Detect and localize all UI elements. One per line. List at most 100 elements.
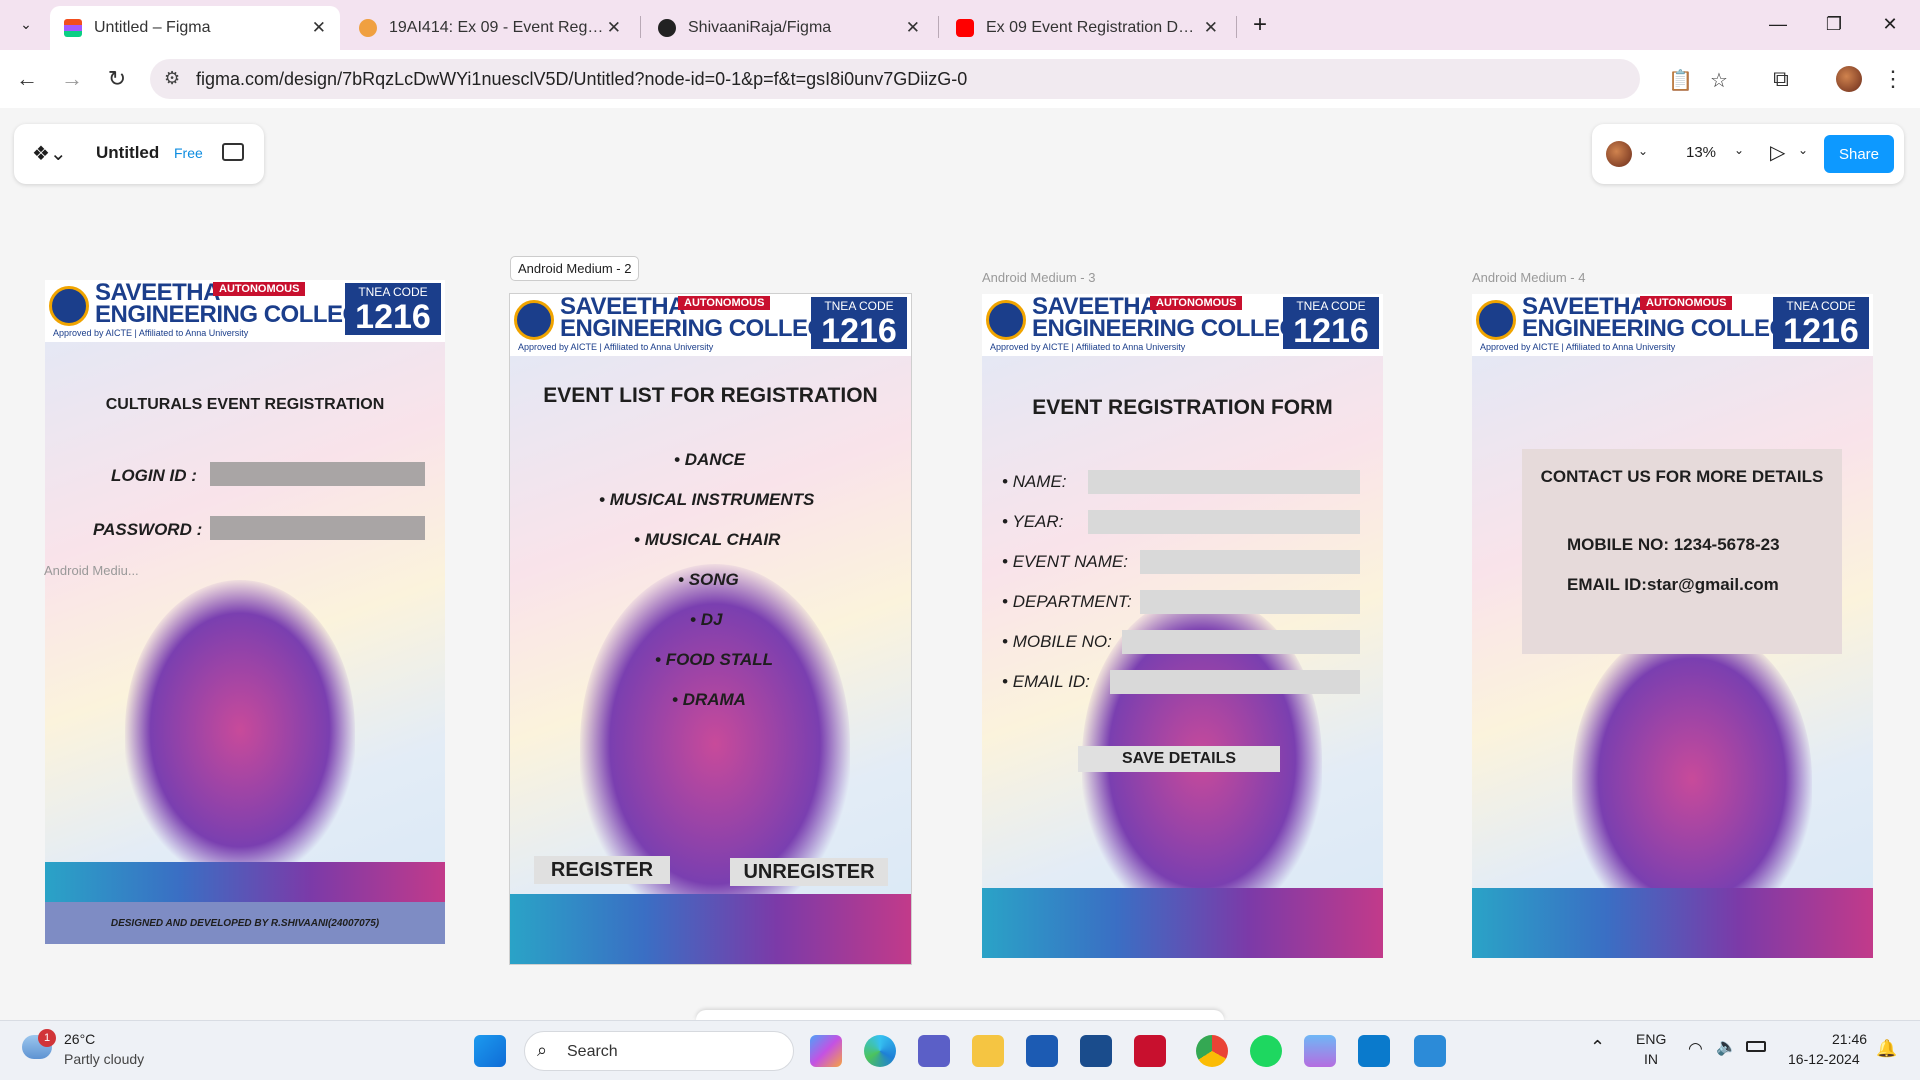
year-input[interactable]	[1088, 510, 1360, 534]
event-name-input[interactable]	[1140, 550, 1360, 574]
frame-label[interactable]: Android Medium - 2	[510, 256, 640, 281]
minimize-icon[interactable]: —	[1756, 8, 1800, 40]
edge-icon[interactable]	[864, 1035, 896, 1067]
college-header: SAVEETHA ENGINEERING COLLEGE AUTONOMOUS A…	[510, 294, 911, 356]
url-text[interactable]: figma.com/design/7bRqzLcDwWYi1nuesclV5D/…	[196, 69, 967, 90]
frame-label[interactable]: Android Medium - 3	[982, 270, 1095, 285]
clock-date[interactable]: 16-12-2024	[1788, 1051, 1860, 1067]
figma-canvas[interactable]: ❖⌄ Untitled Free ⌄ 13% ⌄ ▷ ⌄ Share Andro…	[0, 108, 1920, 1020]
tab-separator	[938, 16, 939, 38]
tab-github-io[interactable]: 19AI414: Ex 09 - Event Registrat ✕	[345, 6, 635, 50]
photos-icon[interactable]	[1304, 1035, 1336, 1067]
frame-label[interactable]: Android Medium - 4	[1472, 270, 1585, 285]
chrome-icon[interactable]	[1196, 1035, 1228, 1067]
college-affiliation: Approved by AICTE | Affiliated to Anna U…	[990, 342, 1186, 352]
tab-github[interactable]: ShivaaniRaja/Figma ✕	[644, 6, 934, 50]
more-menu-icon[interactable]: ⋮	[1876, 62, 1910, 96]
event-item-food-stall[interactable]: • FOOD STALL	[655, 650, 773, 670]
volume-icon[interactable]: 🔈	[1716, 1037, 1737, 1057]
restore-icon[interactable]: ❐	[1812, 8, 1856, 40]
save-details-button[interactable]: SAVE DETAILS	[1078, 746, 1280, 772]
wifi-icon[interactable]: ◠	[1688, 1039, 1703, 1059]
contact-mobile: MOBILE NO: 1234-5678-23	[1567, 535, 1780, 554]
mobile-no-label: • MOBILE NO:	[1002, 632, 1112, 651]
chevron-down-icon[interactable]: ⌄	[1638, 144, 1648, 158]
college-logo-icon	[49, 286, 89, 326]
name-input[interactable]	[1088, 470, 1360, 494]
frame-contact[interactable]: SAVEETHA ENGINEERING COLLEGE AUTONOMOUS A…	[1472, 294, 1873, 958]
tab-separator	[1236, 16, 1237, 38]
close-tab-icon[interactable]: ✕	[312, 18, 326, 38]
close-tab-icon[interactable]: ✕	[607, 18, 621, 38]
plan-badge[interactable]: Free	[174, 145, 203, 161]
clock-time[interactable]: 21:46	[1832, 1031, 1867, 1047]
password-label: PASSWORD :	[93, 520, 203, 539]
omnibox[interactable]: ⚙ figma.com/design/7bRqzLcDwWYi1nuesclV5…	[150, 59, 1728, 99]
back-arrow-icon[interactable]: ←	[10, 62, 44, 96]
event-item-drama[interactable]: • DRAMA	[672, 690, 746, 710]
chevron-up-icon[interactable]: ⌃	[1590, 1037, 1605, 1058]
youtube-favicon-icon	[956, 19, 974, 37]
frame-registration-form[interactable]: SAVEETHA ENGINEERING COLLEGE AUTONOMOUS A…	[982, 294, 1383, 958]
frame-label[interactable]: Android Mediu...	[44, 563, 139, 578]
weather-temp[interactable]: 26°C	[64, 1031, 95, 1047]
github-favicon-icon	[658, 19, 676, 37]
event-item-dj[interactable]: • DJ	[690, 610, 722, 630]
college-affiliation: Approved by AICTE | Affiliated to Anna U…	[518, 342, 714, 352]
tab-search-button[interactable]: ⌄	[12, 10, 40, 38]
profile-avatar[interactable]	[1836, 66, 1862, 92]
site-info-icon[interactable]: ⚙	[164, 68, 180, 89]
notepad-icon[interactable]	[1414, 1035, 1446, 1067]
forward-arrow-icon[interactable]: →	[55, 62, 89, 96]
file-name[interactable]: Untitled	[96, 143, 159, 163]
store-icon[interactable]	[1026, 1035, 1058, 1067]
clipboard-icon[interactable]: 📋	[1668, 68, 1693, 93]
event-item-dance[interactable]: • DANCE	[674, 450, 745, 470]
windows-start-icon[interactable]	[474, 1035, 506, 1067]
reload-icon[interactable]: ↻	[100, 62, 134, 96]
bookmark-star-icon[interactable]: ☆	[1710, 68, 1728, 93]
frame-login[interactable]: SAVEETHA ENGINEERING COLLEGE AUTONOMOUS A…	[45, 280, 445, 944]
tnea-code-box: TNEA CODE 1216	[345, 283, 441, 335]
vscode-icon[interactable]	[1358, 1035, 1390, 1067]
close-tab-icon[interactable]: ✕	[906, 18, 920, 38]
teams-icon[interactable]	[918, 1035, 950, 1067]
file-explorer-icon[interactable]	[972, 1035, 1004, 1067]
taskbar-search[interactable]: ⌕ Search	[524, 1031, 794, 1071]
present-chevron-icon[interactable]: ⌄	[1798, 143, 1808, 157]
dell-icon[interactable]	[1080, 1035, 1112, 1067]
unregister-button[interactable]: UNREGISTER	[730, 858, 888, 886]
notification-bell-icon[interactable]: 🔔	[1876, 1039, 1897, 1059]
password-input[interactable]	[210, 516, 425, 540]
figma-bottom-toolbar[interactable]	[696, 1010, 1224, 1020]
frame-event-list[interactable]: SAVEETHA ENGINEERING COLLEGE AUTONOMOUS A…	[509, 293, 912, 965]
spotify-icon[interactable]	[1250, 1035, 1282, 1067]
department-input[interactable]	[1140, 590, 1360, 614]
email-id-input[interactable]	[1110, 670, 1360, 694]
mobile-no-input[interactable]	[1122, 630, 1360, 654]
new-tab-button[interactable]: +	[1245, 10, 1275, 40]
close-tab-icon[interactable]: ✕	[1204, 18, 1218, 38]
battery-icon[interactable]	[1746, 1041, 1766, 1052]
user-avatar[interactable]	[1606, 141, 1632, 167]
copilot-icon[interactable]	[810, 1035, 842, 1067]
mcafee-icon[interactable]	[1134, 1035, 1166, 1067]
zoom-chevron-icon[interactable]: ⌄	[1734, 143, 1744, 157]
tab-figma[interactable]: Untitled – Figma ✕	[50, 6, 340, 50]
language-line2[interactable]: IN	[1644, 1051, 1658, 1067]
extensions-icon[interactable]: ⧉	[1764, 62, 1798, 96]
event-item-musical-chair[interactable]: • MUSICAL CHAIR	[634, 530, 780, 550]
event-item-song[interactable]: • SONG	[678, 570, 739, 590]
language-line1[interactable]: ENG	[1636, 1031, 1666, 1047]
event-item-musical-instruments[interactable]: • MUSICAL INSTRUMENTS	[599, 490, 814, 510]
present-play-icon[interactable]: ▷	[1770, 140, 1785, 165]
login-id-input[interactable]	[210, 462, 425, 486]
weather-desc[interactable]: Partly cloudy	[64, 1051, 144, 1067]
tab-youtube[interactable]: Ex 09 Event Registration Design ✕	[942, 6, 1232, 50]
close-window-icon[interactable]: ✕	[1868, 8, 1912, 40]
zoom-level[interactable]: 13%	[1686, 144, 1716, 161]
toggle-panel-icon[interactable]	[222, 143, 244, 161]
share-button[interactable]: Share	[1824, 135, 1894, 173]
register-button[interactable]: REGISTER	[534, 856, 670, 884]
figma-menu-icon[interactable]: ❖⌄	[32, 141, 67, 166]
